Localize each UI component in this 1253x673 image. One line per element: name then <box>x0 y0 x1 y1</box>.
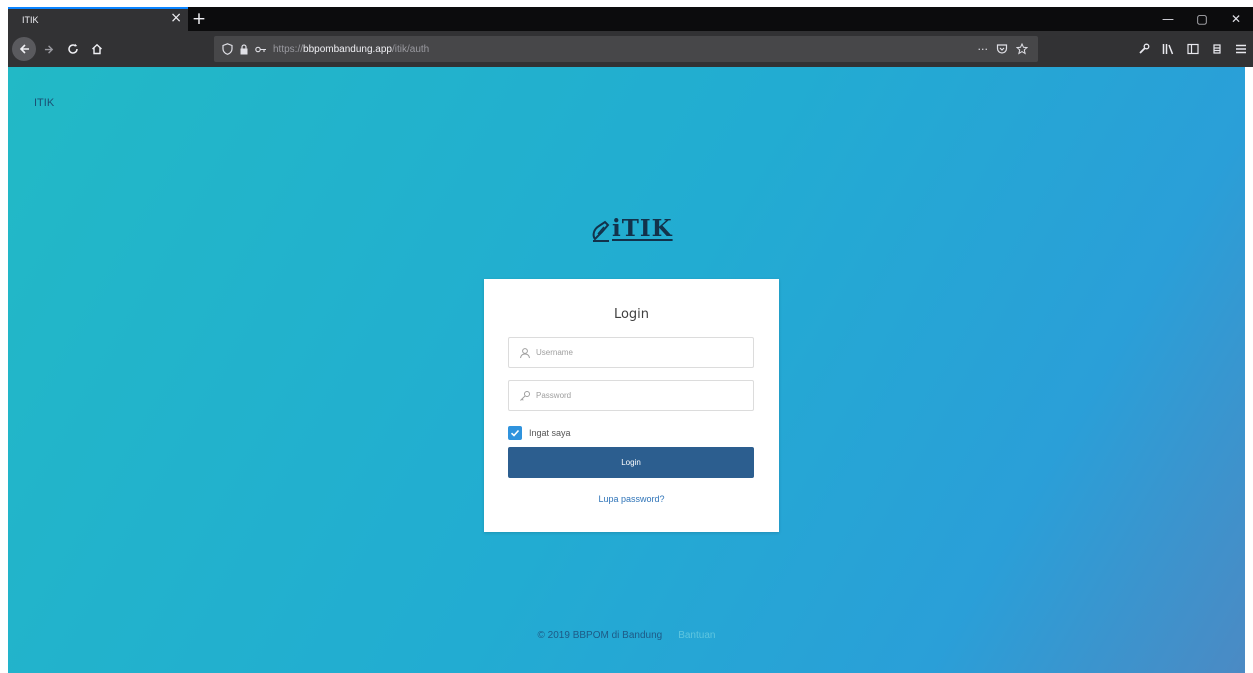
remember-me[interactable]: Ingat saya <box>508 426 571 440</box>
url-path: /itik/auth <box>392 43 430 55</box>
username-input[interactable] <box>536 338 753 367</box>
library-icon[interactable] <box>1162 43 1175 55</box>
login-button[interactable]: Login <box>508 447 754 478</box>
reload-button[interactable] <box>62 38 84 60</box>
url-scheme: https:// <box>273 43 304 55</box>
remember-checkbox[interactable] <box>508 426 522 440</box>
username-field[interactable] <box>508 337 754 368</box>
url-actions: ··· <box>978 42 1039 56</box>
password-field[interactable] <box>508 380 754 411</box>
minimize-button[interactable]: — <box>1151 12 1185 26</box>
sidebar-toggle-icon[interactable] <box>1187 43 1199 55</box>
toolbar-right <box>1138 31 1247 67</box>
devtools-wrench-icon[interactable] <box>1138 43 1150 55</box>
app-logo: iTIK <box>591 215 673 242</box>
user-icon <box>520 347 530 358</box>
restore-button[interactable]: ▢ <box>1185 12 1219 26</box>
key-icon <box>520 390 530 401</box>
tab-close-icon[interactable]: × <box>170 10 182 26</box>
address-bar[interactable]: https://bbpombandung.app/itik/auth ··· <box>214 36 1038 62</box>
pen-logo-icon <box>592 220 610 242</box>
pocket-icon[interactable] <box>996 43 1008 55</box>
tab-bar: ITIK × + — ▢ ✕ <box>8 7 1253 31</box>
browser-tab[interactable]: ITIK × <box>8 7 188 31</box>
back-button[interactable] <box>12 37 36 61</box>
forward-arrow-icon <box>44 44 53 54</box>
navigation-toolbar: https://bbpombandung.app/itik/auth ··· <box>8 31 1253 67</box>
forgot-password-link[interactable]: Lupa password? <box>484 494 779 504</box>
footer-copyright: © 2019 BBPOM di Bandung <box>537 630 663 641</box>
window-controls: — ▢ ✕ <box>1151 7 1253 31</box>
shield-icon[interactable] <box>222 43 233 55</box>
close-window-button[interactable]: ✕ <box>1219 12 1253 26</box>
extension-icon[interactable] <box>1211 43 1223 55</box>
url-text[interactable]: https://bbpombandung.app/itik/auth <box>273 44 429 55</box>
back-arrow-icon <box>19 44 29 54</box>
lock-icon[interactable] <box>239 43 249 55</box>
remember-label[interactable]: Ingat saya <box>529 428 571 438</box>
footer-help-link[interactable]: Bantuan <box>678 630 715 641</box>
login-page: ITIK iTIK Login Ingat saya Login Lupa pa… <box>8 67 1245 673</box>
tab-title: ITIK <box>22 15 39 25</box>
permissions-key-icon[interactable] <box>255 45 267 54</box>
new-tab-button[interactable]: + <box>188 7 210 31</box>
checkmark-icon <box>510 429 520 437</box>
home-icon <box>92 43 102 55</box>
password-input[interactable] <box>536 381 753 410</box>
login-card: Login Ingat saya Login Lupa password? <box>484 279 779 532</box>
login-title: Login <box>613 307 650 322</box>
page-actions-menu-icon[interactable]: ··· <box>978 43 989 56</box>
forward-button[interactable] <box>38 38 60 60</box>
header-brand[interactable]: ITIK <box>34 97 54 109</box>
url-host: bbpombandung.app <box>303 43 392 55</box>
bookmark-star-icon[interactable] <box>1016 42 1028 55</box>
footer: © 2019 BBPOM di Bandung Bantuan <box>8 630 1245 641</box>
logo-text: iTIK <box>612 215 673 242</box>
hamburger-menu-icon[interactable] <box>1235 43 1247 55</box>
home-button[interactable] <box>86 38 108 60</box>
reload-icon <box>68 43 78 54</box>
